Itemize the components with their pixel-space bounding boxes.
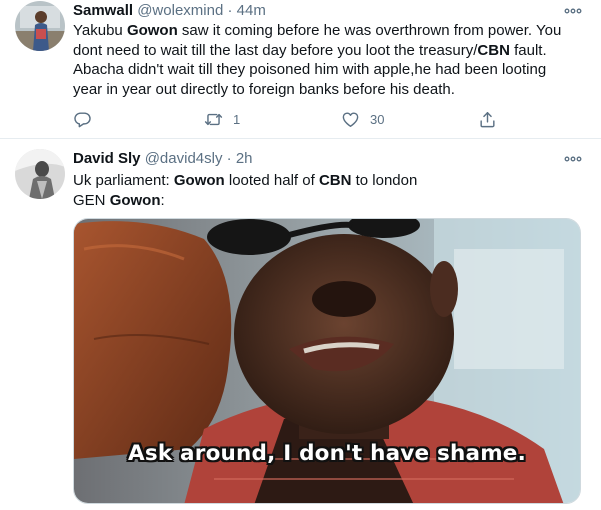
text-run: fault. — [509, 41, 547, 59]
text-line: dont need to wait till the last day befo… — [73, 41, 583, 61]
avatar[interactable] — [15, 1, 65, 51]
tweet-actions: 1 30 — [73, 107, 503, 131]
text-run: dont need to wait till the last day befo… — [73, 41, 478, 59]
like-count: 30 — [370, 111, 385, 127]
text-run: year in year out directly to foreign ban… — [73, 80, 455, 98]
dot-separator: · — [227, 2, 233, 19]
highlighted-keyword: Gowon — [173, 172, 225, 189]
more-options-icon[interactable] — [564, 150, 582, 168]
text-run: Uk parliament: — [73, 172, 174, 189]
text-run: : — [160, 191, 165, 209]
highlighted-keyword: CBN — [318, 172, 352, 189]
author-handle[interactable]: @david4sly — [145, 150, 223, 167]
text-run: Yakubu — [73, 22, 127, 39]
timestamp[interactable]: 2h — [236, 150, 253, 167]
text-line: GEN Gowon: — [73, 191, 583, 211]
text-run: looted half of — [224, 172, 319, 189]
text-line: Yakubu Gowon saw it coming before he was… — [73, 21, 583, 41]
tweet-header: David Sly @david4sly · 2h — [73, 149, 253, 169]
tweet-samwall[interactable]: Samwall @wolexmind · 44m Yakubu Gowon sa… — [0, 0, 601, 139]
author-name[interactable]: Samwall — [73, 2, 133, 19]
text-run: to london — [351, 172, 418, 189]
text-line: Uk parliament: Gowon looted half of CBN … — [73, 171, 583, 191]
highlighted-keyword: CBN — [477, 41, 510, 59]
like-button[interactable]: 30 — [341, 107, 384, 131]
highlighted-keyword: Gowon — [126, 22, 178, 39]
text-run: saw it coming before he was overthrown f… — [177, 22, 562, 39]
share-icon — [480, 111, 495, 127]
tweet-media-image[interactable]: Ask around, I don't have shame. — [73, 218, 581, 504]
text-line: Abacha didn't wait till they poisoned hi… — [73, 60, 583, 80]
tweet-text: Uk parliament: Gowon looted half of CBN … — [73, 171, 583, 210]
avatar[interactable] — [15, 149, 65, 199]
tweet-david-sly[interactable]: David Sly @david4sly · 2h Uk parliament:… — [0, 139, 601, 510]
timestamp[interactable]: 44m — [237, 2, 266, 19]
more-options-icon[interactable] — [564, 2, 582, 20]
heart-icon — [342, 111, 359, 127]
retweet-button[interactable]: 1 — [204, 107, 240, 131]
retweet-icon — [204, 113, 223, 125]
text-line: year in year out directly to foreign ban… — [73, 80, 583, 100]
tweet-header: Samwall @wolexmind · 44m — [73, 1, 266, 21]
retweet-count: 1 — [233, 111, 241, 127]
reply-icon — [74, 111, 91, 127]
share-button[interactable] — [478, 107, 497, 131]
text-run: Abacha didn't wait till they poisoned hi… — [73, 61, 547, 78]
meme-caption: Ask around, I don't have shame. — [128, 441, 526, 466]
tweet-text: Yakubu Gowon saw it coming before he was… — [73, 21, 583, 99]
text-run: GEN — [73, 191, 110, 209]
author-handle[interactable]: @wolexmind — [137, 2, 223, 19]
author-name[interactable]: David Sly — [73, 150, 141, 167]
highlighted-keyword: Gowon — [109, 191, 161, 209]
dot-separator: · — [226, 150, 232, 167]
reply-button[interactable] — [73, 107, 92, 131]
